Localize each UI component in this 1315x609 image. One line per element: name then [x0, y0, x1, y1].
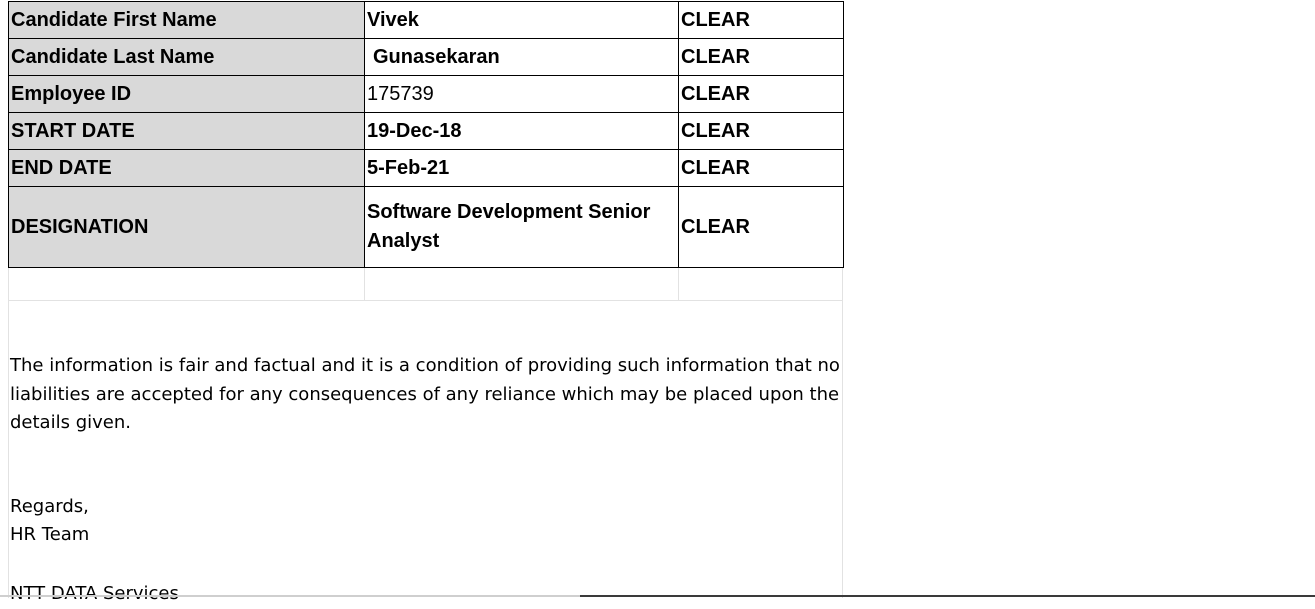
closing-greeting: Regards, [10, 496, 89, 517]
table-row-last-name: Candidate Last Name Gunasekaran CLEAR [8, 38, 844, 76]
closing-signoff: HR Team [10, 524, 90, 545]
status-cell: CLEAR [678, 149, 844, 187]
table-row-designation: DESIGNATION Software Development Senior … [8, 186, 844, 268]
empty-row [8, 267, 843, 301]
field-label: DESIGNATION [8, 186, 365, 268]
gridline [364, 268, 365, 301]
status-cell: CLEAR [678, 186, 844, 268]
status-cell: CLEAR [678, 38, 844, 76]
field-label: Employee ID [8, 75, 365, 113]
table-row-start-date: START DATE 19-Dec-18 CLEAR [8, 112, 844, 150]
field-value: Gunasekaran [364, 38, 679, 76]
page-edge [0, 595, 580, 597]
status-cell: CLEAR [678, 112, 844, 150]
spreadsheet-page: Candidate First Name Vivek CLEAR Candida… [0, 0, 1315, 604]
verification-table: Candidate First Name Vivek CLEAR Candida… [8, 1, 844, 268]
field-value: 19-Dec-18 [364, 112, 679, 150]
field-label: END DATE [8, 149, 365, 187]
field-label: START DATE [8, 112, 365, 150]
status-cell: CLEAR [678, 75, 844, 113]
gridline [842, 268, 843, 598]
field-value: Software Development Senior Analyst [364, 186, 679, 268]
table-row-first-name: Candidate First Name Vivek CLEAR [8, 1, 844, 39]
field-value: 5-Feb-21 [364, 149, 679, 187]
field-value: Vivek [364, 1, 679, 39]
gridline [678, 268, 679, 301]
page-edge [580, 595, 1315, 597]
table-row-end-date: END DATE 5-Feb-21 CLEAR [8, 149, 844, 187]
field-label: Candidate Last Name [8, 38, 365, 76]
field-value: 175739 [364, 75, 679, 113]
disclaimer-text: The information is fair and factual and … [10, 355, 840, 433]
table-row-employee-id: Employee ID 175739 CLEAR [8, 75, 844, 113]
gridline [8, 268, 9, 598]
status-cell: CLEAR [678, 1, 844, 39]
field-label: Candidate First Name [8, 1, 365, 39]
